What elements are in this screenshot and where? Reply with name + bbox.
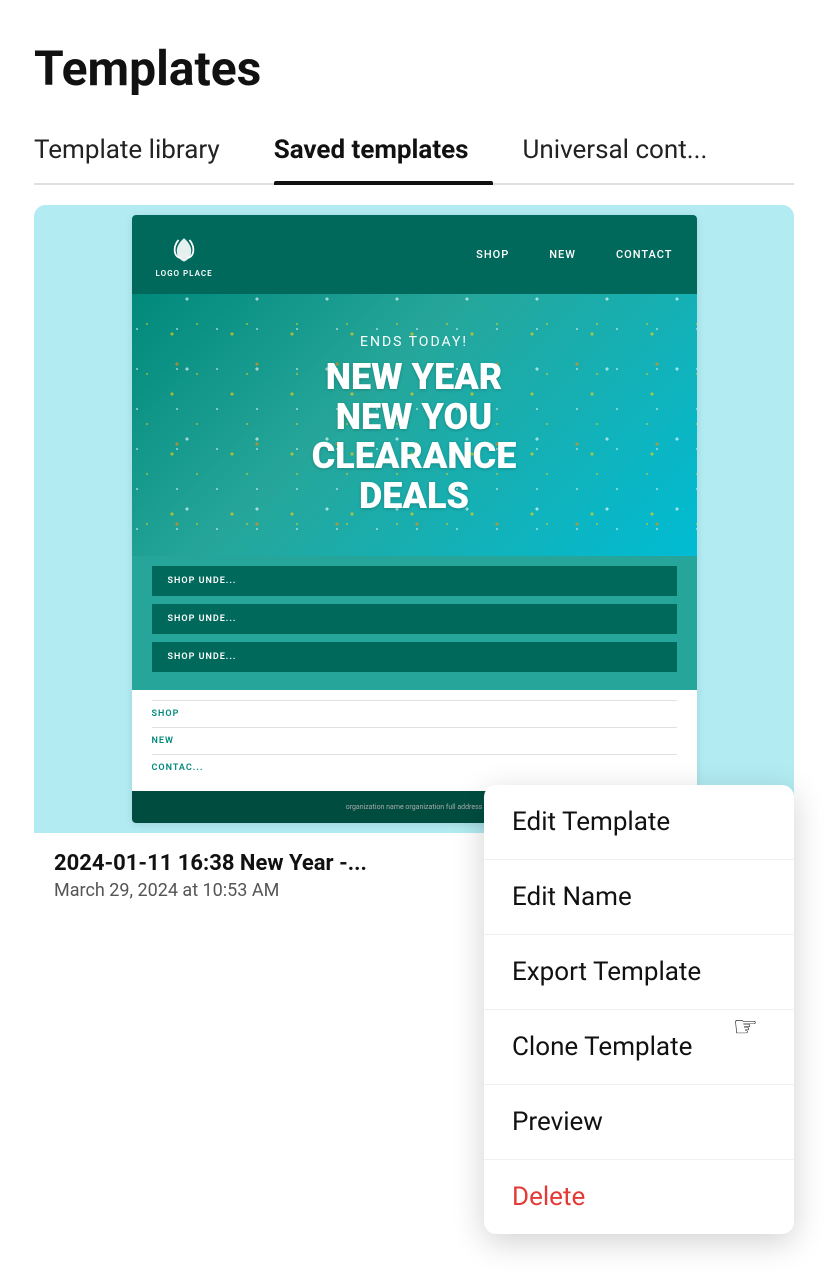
email-nav: LOGO PLACE SHOP NEW CONTACT	[132, 215, 697, 294]
nav-link-contact: CONTACT	[616, 248, 673, 261]
menu-item-clone-template[interactable]: Clone Template	[484, 1010, 794, 1085]
footer-link-new: NEW	[152, 727, 677, 754]
tab-universal[interactable]: Universal cont...	[523, 125, 732, 183]
ends-today-label: ENDS TODAY!	[152, 334, 677, 350]
headline-line3: CLEARANCE	[152, 437, 677, 477]
footer-link-shop: SHOP	[152, 700, 677, 727]
email-mockup: LOGO PLACE SHOP NEW CONTACT ENDS TODAY! …	[132, 215, 697, 823]
tab-saved[interactable]: Saved templates	[274, 125, 493, 183]
menu-item-edit-template[interactable]: Edit Template	[484, 785, 794, 860]
page-header: Templates Template library Saved templat…	[0, 0, 828, 185]
footer-link-contact: CONTAC...	[152, 754, 677, 781]
menu-item-delete[interactable]: Delete	[484, 1160, 794, 1234]
context-menu: Edit Template Edit Name Export Template …	[484, 785, 794, 1234]
menu-item-preview[interactable]: Preview	[484, 1085, 794, 1160]
logo-icon	[166, 231, 202, 267]
template-preview: LOGO PLACE SHOP NEW CONTACT ENDS TODAY! …	[34, 205, 794, 833]
email-hero: ENDS TODAY! NEW YEAR NEW YOU CLEARANCE D…	[132, 294, 697, 556]
nav-link-shop: SHOP	[476, 248, 509, 261]
email-footer-links: SHOP NEW CONTAC...	[132, 690, 697, 791]
template-date: March 29, 2024 at 10:53 AM	[54, 880, 367, 901]
logo-area: LOGO PLACE	[156, 231, 213, 278]
page-title: Templates	[34, 40, 794, 97]
shop-btn-2: SHOP UNDE...	[152, 604, 677, 634]
hero-text: ENDS TODAY! NEW YEAR NEW YOU CLEARANCE D…	[152, 334, 677, 516]
headline-line2: NEW YOU	[152, 398, 677, 438]
tab-library[interactable]: Template library	[34, 125, 244, 183]
template-meta: 2024-01-11 16:38 New Year -... March 29,…	[54, 851, 367, 901]
tabs-row: Template library Saved templates Univers…	[34, 125, 794, 185]
hero-headline: NEW YEAR NEW YOU CLEARANCE DEALS	[152, 358, 677, 516]
headline-line4: DEALS	[152, 477, 677, 517]
nav-link-new: NEW	[549, 248, 576, 261]
shop-btn-3: SHOP UNDE...	[152, 642, 677, 672]
menu-item-export-template[interactable]: Export Template	[484, 935, 794, 1010]
logo-text: LOGO PLACE	[156, 269, 213, 278]
menu-item-edit-name[interactable]: Edit Name	[484, 860, 794, 935]
email-buttons: SHOP UNDE... SHOP UNDE... SHOP UNDE...	[132, 556, 697, 690]
content-area: LOGO PLACE SHOP NEW CONTACT ENDS TODAY! …	[0, 205, 828, 953]
template-name: 2024-01-11 16:38 New Year -...	[54, 851, 367, 876]
headline-line1: NEW YEAR	[152, 358, 677, 398]
shop-btn-1: SHOP UNDE...	[152, 566, 677, 596]
nav-links: SHOP NEW CONTACT	[476, 248, 672, 261]
